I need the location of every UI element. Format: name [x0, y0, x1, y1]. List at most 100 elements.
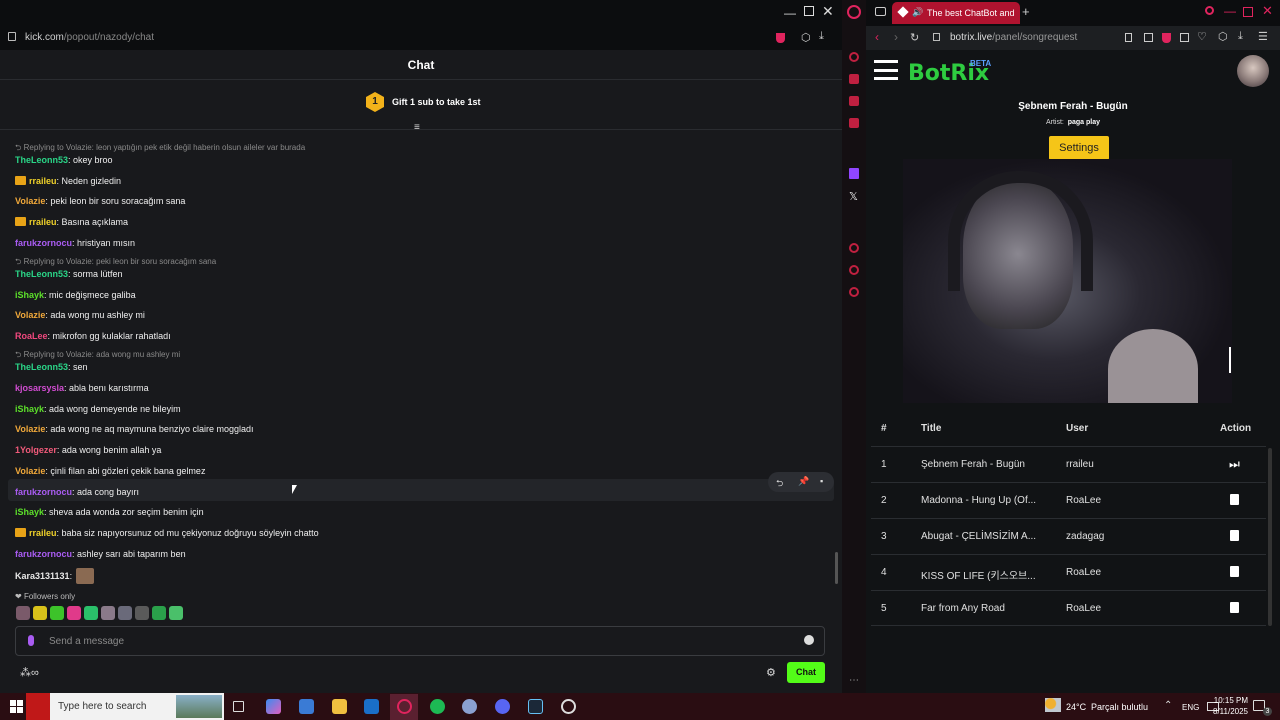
delete-icon[interactable]: ▪: [820, 476, 823, 486]
outlook-icon[interactable]: [364, 699, 379, 714]
x-icon[interactable]: 𝕏: [849, 190, 858, 203]
audio-icon[interactable]: 🔊: [912, 7, 923, 18]
gift-banner[interactable]: 1 Gift 1 sub to take 1st ≡: [0, 80, 842, 133]
menu-icon[interactable]: ☰: [1258, 30, 1268, 43]
reply-icon[interactable]: ⮌: [776, 476, 783, 492]
new-tab-button[interactable]: +: [1022, 4, 1030, 19]
chat-username[interactable]: rraileu: [29, 176, 57, 186]
video-player[interactable]: [903, 159, 1232, 403]
shield-icon[interactable]: [776, 33, 785, 43]
chat-username[interactable]: TheLeonn53: [15, 269, 68, 279]
screenshot-icon[interactable]: [1144, 33, 1153, 42]
avatar[interactable]: [1237, 55, 1269, 87]
chat-username[interactable]: kjosarsysla: [15, 383, 64, 393]
trash-icon[interactable]: [1230, 494, 1239, 505]
file-explorer-icon[interactable]: [332, 699, 347, 714]
emote-icon[interactable]: [50, 606, 64, 620]
chat-username[interactable]: Volazie: [15, 424, 45, 434]
microphone-icon[interactable]: [28, 635, 34, 646]
tab-strip-icon[interactable]: [875, 7, 886, 16]
chat-username[interactable]: rraileu: [29, 528, 57, 538]
opera-icon[interactable]: [397, 699, 412, 714]
emote-icon[interactable]: [169, 606, 183, 620]
sidebar-icon[interactable]: [849, 96, 859, 106]
url-text[interactable]: botrix.live/panel/songrequest: [950, 32, 1077, 43]
settings-button[interactable]: Settings: [1049, 136, 1109, 160]
emote-icon[interactable]: [16, 606, 30, 620]
chat-username[interactable]: farukzornocu: [15, 487, 72, 497]
close-button[interactable]: ✕: [1262, 3, 1273, 19]
heart-icon[interactable]: ♡: [1197, 30, 1207, 43]
right-address-bar[interactable]: ‹ › ↻ botrix.live/panel/songrequest ♡ ⬡ …: [866, 26, 1280, 50]
download-icon[interactable]: ⤓: [819, 30, 824, 43]
twitch-icon[interactable]: [849, 168, 859, 179]
emote-icon[interactable]: [135, 606, 149, 620]
download-icon[interactable]: ⤓: [1238, 30, 1243, 43]
emote-icon[interactable]: [84, 606, 98, 620]
language-indicator[interactable]: ENG: [1182, 703, 1199, 712]
chat-settings-gear-icon[interactable]: ⚙: [766, 666, 776, 679]
shield-icon[interactable]: [1162, 33, 1171, 43]
sidebar-icon[interactable]: [849, 74, 859, 84]
forward-icon[interactable]: ›: [894, 30, 898, 44]
url-text[interactable]: kick.com/popout/nazody/chat: [25, 32, 154, 43]
maximize-button[interactable]: [804, 6, 814, 16]
emoji-icon[interactable]: [804, 635, 814, 645]
copilot-icon[interactable]: [266, 699, 281, 714]
chat-username[interactable]: RoaLee: [15, 331, 48, 341]
message-input[interactable]: Send a message: [15, 626, 825, 656]
sidebar-icon[interactable]: [849, 265, 859, 275]
trash-icon[interactable]: [1230, 530, 1239, 541]
search-icon[interactable]: [1205, 6, 1214, 15]
chat-username[interactable]: Volazie: [15, 310, 45, 320]
temperature[interactable]: 24°C: [1066, 702, 1086, 712]
chat-username[interactable]: Volazie: [15, 196, 45, 206]
sidebar-more-icon[interactable]: ⋯: [849, 675, 859, 686]
chat-username[interactable]: iShayk: [15, 290, 44, 300]
spotify-icon[interactable]: [430, 699, 445, 714]
chat-username[interactable]: farukzornocu: [15, 238, 72, 248]
reload-icon[interactable]: ↻: [910, 31, 919, 44]
store-icon[interactable]: [299, 699, 314, 714]
weather-text[interactable]: Parçalı bulutlu: [1091, 702, 1148, 712]
send-chat-button[interactable]: Chat: [787, 662, 825, 683]
active-tab[interactable]: 🔊 The best ChatBot and: [892, 2, 1020, 24]
emote-icon[interactable]: [33, 606, 47, 620]
chat-username[interactable]: rraileu: [29, 217, 57, 227]
extensions-icon[interactable]: ⬡: [1218, 30, 1228, 43]
bookmark-icon[interactable]: [1125, 33, 1132, 42]
skip-icon[interactable]: ⏭: [1229, 457, 1240, 472]
maximize-button[interactable]: [1243, 7, 1253, 17]
app-icon[interactable]: [462, 699, 477, 714]
steam-icon[interactable]: [528, 699, 543, 714]
extensions-icon[interactable]: ⬡: [801, 31, 811, 44]
task-view-icon[interactable]: [233, 701, 244, 712]
wallet-icon[interactable]: [1180, 33, 1189, 42]
chat-username[interactable]: TheLeonn53: [15, 362, 68, 372]
table-scrollbar[interactable]: [1268, 448, 1272, 626]
minimize-button[interactable]: —: [784, 6, 796, 20]
user-settings-icon[interactable]: ⁂∞: [20, 666, 39, 679]
trash-icon[interactable]: [1230, 566, 1239, 577]
discord-icon[interactable]: [495, 699, 510, 714]
taskbar-search[interactable]: Type here to search: [26, 693, 224, 720]
emote-icon[interactable]: [152, 606, 166, 620]
hamburger-menu-icon[interactable]: [874, 60, 898, 80]
chat-username[interactable]: iShayk: [15, 507, 44, 517]
pin-icon[interactable]: 📌: [798, 476, 809, 487]
chrome-icon[interactable]: [561, 699, 576, 714]
history-icon[interactable]: [849, 243, 859, 253]
tray-chevron-icon[interactable]: ⌃: [1164, 700, 1172, 711]
settings-icon[interactable]: [849, 287, 859, 297]
chat-username[interactable]: farukzornocu: [15, 549, 72, 559]
sidebar-icon[interactable]: [849, 118, 859, 128]
chat-username[interactable]: Volazie: [15, 466, 45, 476]
chat-username[interactable]: Kara3131131: [15, 571, 70, 581]
left-address-bar[interactable]: kick.com/popout/nazody/chat ⬡ ⤓: [0, 26, 842, 50]
chat-scrollbar[interactable]: [835, 552, 838, 584]
trash-icon[interactable]: [1230, 602, 1239, 613]
emote-icon[interactable]: [118, 606, 132, 620]
clock[interactable]: 10:15 PM 8/11/2025: [1200, 695, 1248, 717]
chat-username[interactable]: iShayk: [15, 404, 44, 414]
emote-icon[interactable]: [101, 606, 115, 620]
